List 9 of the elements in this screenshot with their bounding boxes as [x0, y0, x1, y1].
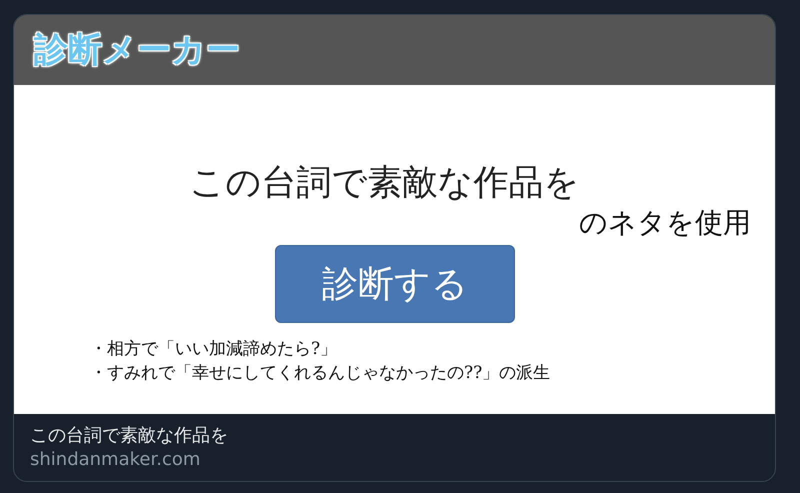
link-title: この台詞で素敵な作品を [30, 424, 229, 448]
note-line: ・相方で「いい加減諦めたら?」 [90, 338, 338, 361]
headline: この台詞で素敵な作品を [188, 162, 580, 205]
overlay-note: のネタを使用 [579, 205, 751, 241]
site-logo: 診断メーカー [34, 29, 240, 72]
link-domain: shindanmaker.com [30, 448, 202, 472]
link-card[interactable]: 診断メーカー この台詞で素敵な作品を のネタを使用 診断する ・相方で「いい加減諦めたら?」 ・すみれで「幸せにしてくれるんじゃなかったの??」の派生 この台詞で素敵な作品を shindanmaker.com [13, 14, 776, 482]
note-line: ・すみれで「幸せにしてくれるんじゃなかったの??」の派生 [90, 362, 552, 385]
diagnose-button[interactable]: 診断する [275, 245, 515, 323]
